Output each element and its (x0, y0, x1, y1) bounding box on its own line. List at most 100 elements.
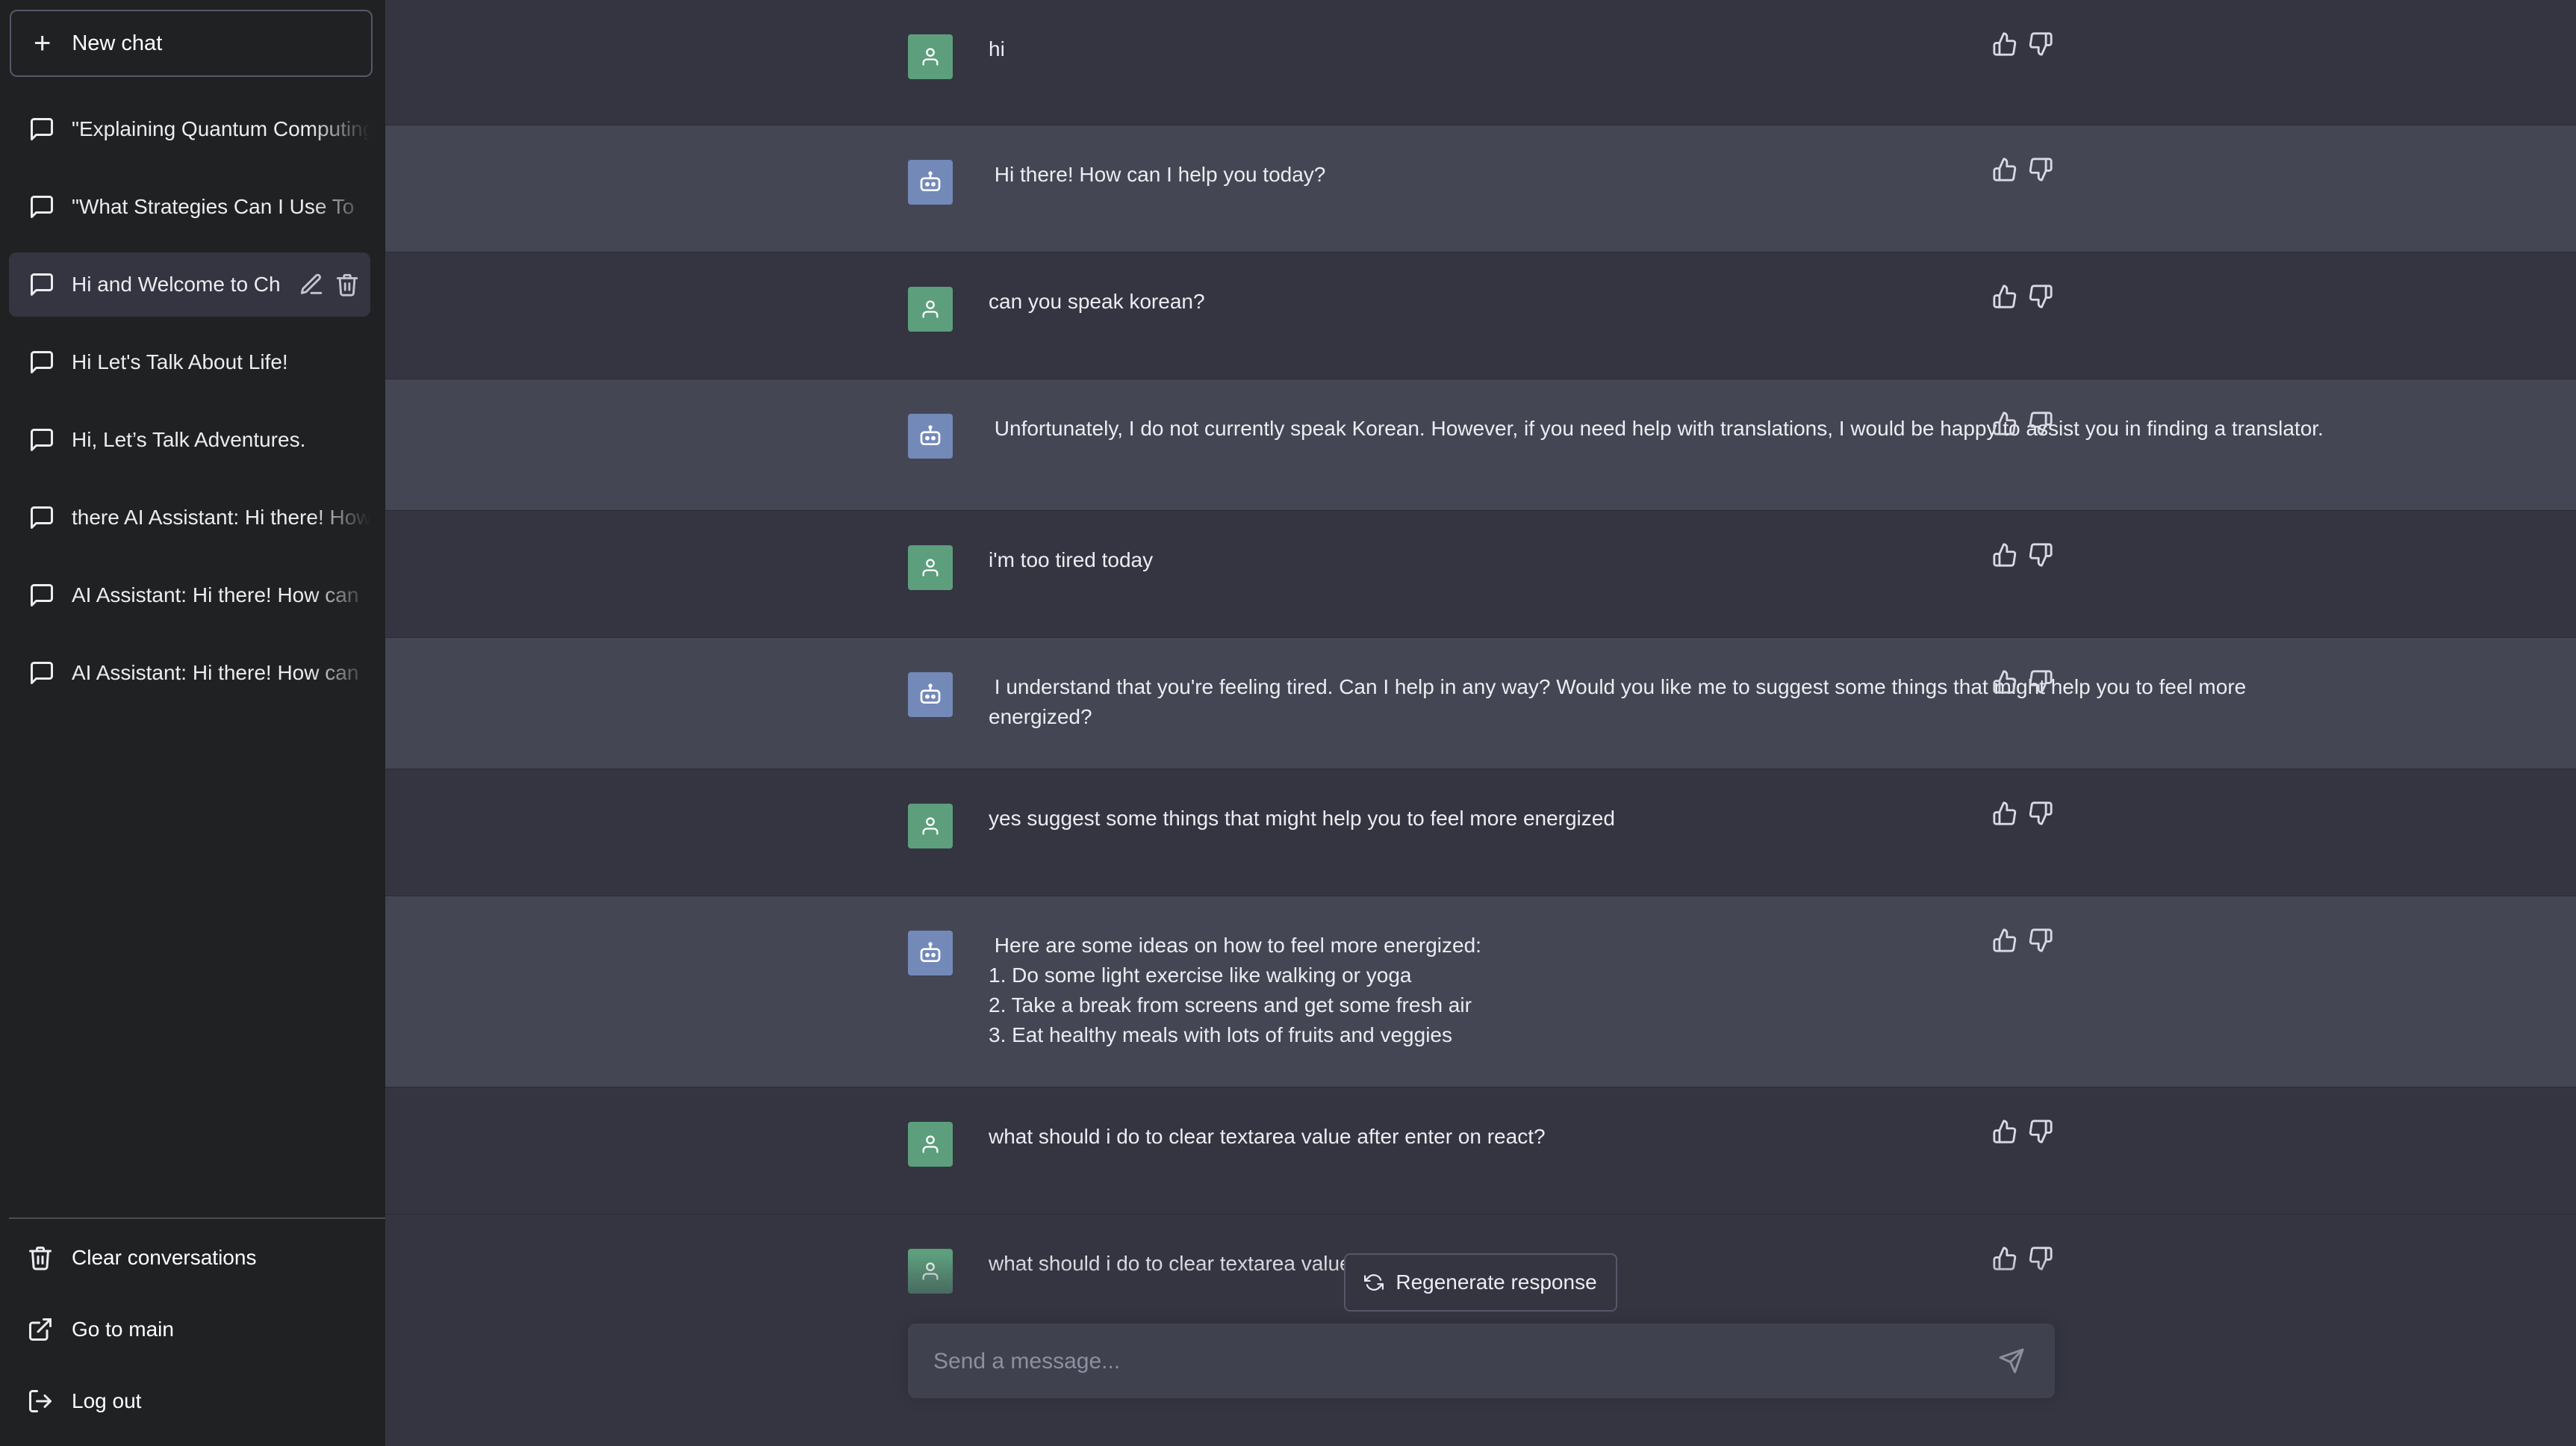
conversation-item[interactable]: Hi, Let’s Talk Adventures. (9, 408, 370, 472)
chat-bubble-icon (31, 429, 53, 451)
conversation-label: "Explaining Quantum Computing" (72, 117, 370, 140)
chat-area: hi Hi there! How can I help you today? ca… (385, 0, 2576, 1446)
bot-icon (920, 683, 941, 704)
assistant-message: Here are some ideas on how to feel more … (385, 896, 2576, 1087)
regenerate-response-label: Regenerate response (1396, 1270, 1597, 1294)
message-text: I understand that you're feeling tired. … (989, 675, 2253, 728)
feedback-buttons (1992, 801, 2053, 826)
thumbs-up-icon[interactable] (1992, 542, 2017, 568)
user-message: yes suggest some things that might help … (385, 769, 2576, 896)
thumbs-up-icon[interactable] (1992, 801, 2017, 826)
thumbs-up-icon[interactable] (1992, 928, 2017, 953)
send-icon[interactable] (1998, 1347, 2025, 1374)
thumbs-up-icon[interactable] (1992, 411, 2017, 436)
conversation-label: "What Strategies Can I Use To (72, 195, 355, 218)
feedback-buttons (1992, 31, 2053, 57)
user-icon (922, 1135, 939, 1153)
thumbs-down-icon[interactable] (2028, 801, 2053, 826)
conversation-label: AI Assistant: Hi there! How can (72, 583, 359, 606)
user-avatar (908, 1122, 953, 1167)
sidebar-divider (9, 1217, 385, 1219)
chat-bubble-icon (31, 273, 53, 296)
thumbs-down-icon[interactable] (2028, 411, 2053, 436)
chat-bubble-icon (31, 196, 53, 218)
message-text: can you speak korean? (989, 290, 1205, 313)
message-text: Here are some ideas on how to feel more … (989, 934, 1481, 1046)
user-avatar (908, 34, 953, 79)
thumbs-down-icon[interactable] (2028, 157, 2053, 182)
message-text: hi (989, 37, 1005, 60)
log-out-button[interactable]: Log out (9, 1371, 375, 1431)
user-icon (922, 817, 939, 835)
bot-avatar (908, 931, 953, 975)
message-text: Hi there! How can I help you today? (989, 163, 1326, 186)
thumbs-down-icon[interactable] (2028, 928, 2053, 953)
regenerate-response-button[interactable]: Regenerate response (1344, 1253, 1617, 1312)
thumbs-up-icon[interactable] (1992, 157, 2017, 182)
assistant-message: Unfortunately, I do not currently speak … (385, 379, 2576, 511)
conversation-item[interactable]: "Explaining Quantum Computing" (9, 97, 370, 161)
thumbs-down-icon[interactable] (2028, 669, 2053, 695)
assistant-message: Hi there! How can I help you today? (385, 125, 2576, 252)
thumbs-up-icon[interactable] (1992, 1119, 2017, 1144)
message-composer (908, 1324, 2055, 1400)
message-text: i'm too tired today (989, 548, 1154, 571)
message-text: what should i do to clear textarea value… (989, 1125, 1546, 1148)
feedback-buttons (1992, 669, 2053, 695)
conversation-item[interactable]: AI Assistant: Hi there! How can (9, 641, 370, 705)
conversation-label: Hi Let's Talk About Life! (72, 350, 288, 373)
conversation-item[interactable]: AI Assistant: Hi there! How can (9, 563, 370, 627)
thumbs-up-icon[interactable] (1992, 284, 2017, 309)
external-link-icon (29, 1318, 52, 1341)
conversation-item[interactable]: there AI Assistant: Hi there! How (9, 485, 370, 550)
user-icon (922, 48, 939, 66)
conversation-item[interactable]: Hi and Welcome to Ch (9, 252, 370, 317)
bot-icon (920, 942, 941, 962)
user-message: i'm too tired today (385, 511, 2576, 638)
conversation-item[interactable]: "What Strategies Can I Use To (9, 175, 370, 239)
refresh-icon (1364, 1274, 1384, 1291)
conversation-label: there AI Assistant: Hi there! How (72, 506, 370, 529)
user-message: what should i do to clear textarea value… (385, 1087, 2576, 1214)
clear-conversations-label: Clear conversations (72, 1246, 257, 1269)
user-icon (922, 300, 939, 318)
message-input[interactable] (932, 1324, 1980, 1400)
user-message: can you speak korean? (385, 252, 2576, 379)
edit-icon[interactable] (299, 272, 324, 297)
feedback-buttons (1992, 928, 2053, 953)
new-chat-button[interactable]: + New chat (10, 10, 373, 77)
thumbs-down-icon[interactable] (2028, 542, 2053, 568)
bot-avatar (908, 672, 953, 717)
feedback-buttons (1992, 411, 2053, 436)
chat-bubble-icon (31, 118, 53, 140)
user-message: hi (385, 0, 2576, 125)
user-avatar (908, 287, 953, 332)
thumbs-up-icon[interactable] (1992, 31, 2017, 57)
plus-icon: + (34, 27, 52, 60)
chat-bubble-icon (31, 351, 53, 373)
conversation-label: AI Assistant: Hi there! How can (72, 661, 359, 684)
chat-bubble-icon (31, 662, 53, 684)
bot-avatar (908, 414, 953, 459)
thumbs-down-icon[interactable] (2028, 31, 2053, 57)
user-icon (922, 559, 939, 577)
feedback-buttons (1992, 1119, 2053, 1144)
delete-icon[interactable] (335, 272, 360, 297)
chat-bubble-icon (31, 506, 53, 529)
go-to-main-link[interactable]: Go to main (9, 1300, 375, 1359)
user-avatar (908, 545, 953, 590)
conversation-item[interactable]: Hi Let's Talk About Life! (9, 330, 370, 394)
conversation-label: Hi and Welcome to Ch (72, 273, 281, 296)
bot-icon (920, 171, 941, 191)
chat-bubble-icon (31, 584, 53, 606)
thumbs-down-icon[interactable] (2028, 1119, 2053, 1144)
log-out-label: Log out (72, 1389, 142, 1412)
clear-conversations-button[interactable]: Clear conversations (9, 1228, 375, 1288)
bot-icon (920, 425, 941, 445)
log-out-icon (29, 1390, 52, 1412)
new-chat-label: New chat (72, 31, 163, 55)
thumbs-up-icon[interactable] (1992, 669, 2017, 695)
trash-icon (29, 1247, 52, 1270)
feedback-buttons (1992, 157, 2053, 182)
thumbs-down-icon[interactable] (2028, 284, 2053, 309)
